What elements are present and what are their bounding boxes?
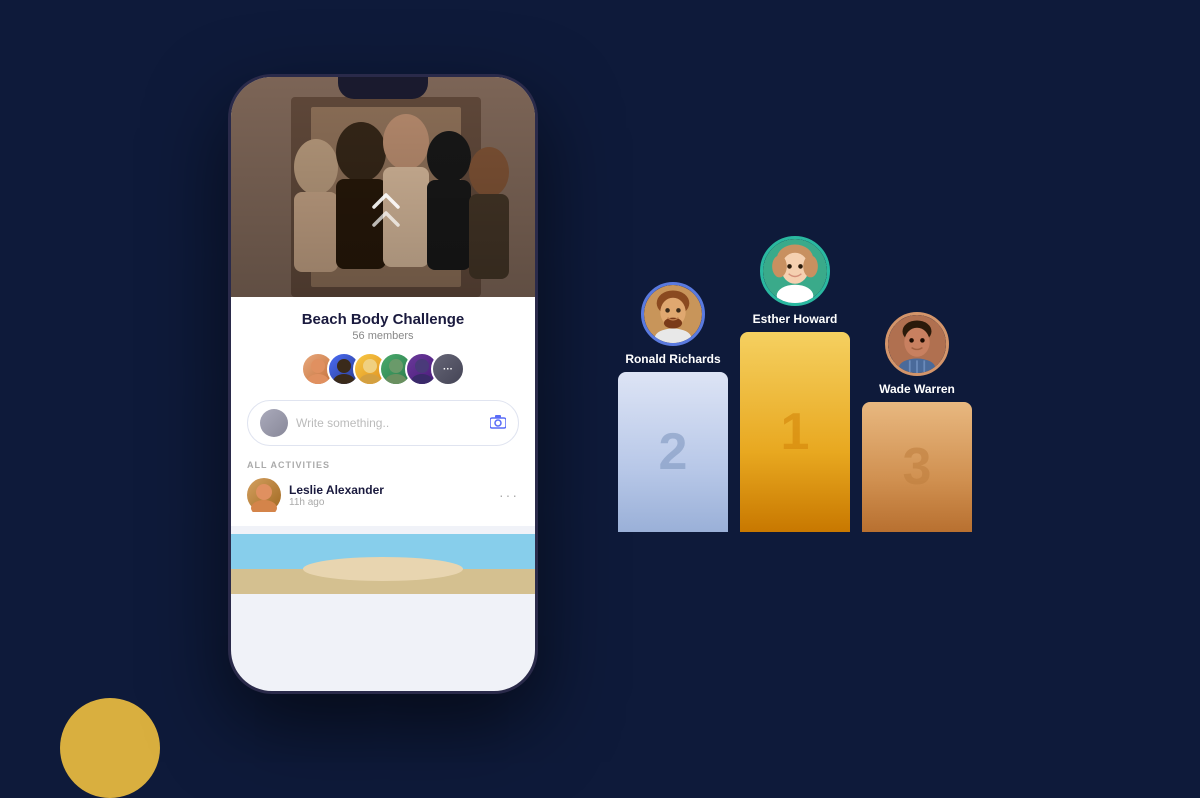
competitor-3rd: Wade Warren 3 (862, 312, 972, 532)
podium-bar-2nd: 2 (618, 372, 728, 532)
activities-label: ALL ACTIVITIES (247, 460, 519, 470)
activity-more-icon[interactable]: ··· (499, 487, 519, 503)
phone-screen: Beach Body Challenge 56 members (231, 77, 535, 691)
main-container: Beach Body Challenge 56 members (228, 74, 972, 694)
phone-bottom-image (231, 534, 535, 594)
rank-1st: 1 (781, 402, 810, 462)
phone-content: Beach Body Challenge 56 members (231, 297, 535, 526)
competitor-1st: Esther Howard 1 (740, 236, 850, 532)
hero-svg (231, 77, 535, 297)
avatar-esther (760, 236, 830, 306)
rank-3rd: 3 (903, 437, 932, 497)
write-bar[interactable]: Write something.. (247, 400, 519, 446)
hero-image (231, 77, 535, 297)
decoration-circle (60, 698, 160, 798)
camera-icon[interactable] (490, 415, 506, 432)
competitor-2nd-name: Ronald Richards (625, 352, 720, 366)
competitor-1st-name: Esther Howard (753, 312, 838, 326)
activity-time: 11h ago (289, 497, 491, 508)
leaderboard: Ronald Richards 2 (618, 236, 972, 532)
member-avatars: ··· (247, 352, 519, 386)
podium-bar-3rd: 3 (862, 402, 972, 532)
activity-avatar (247, 478, 281, 512)
avatar-wrap-esther (760, 236, 830, 306)
avatar-wade (885, 312, 949, 376)
competitor-3rd-name: Wade Warren (879, 382, 955, 396)
write-placeholder: Write something.. (296, 416, 482, 430)
avatar-wrap-ronald (641, 282, 705, 346)
activity-user-name: Leslie Alexander (289, 483, 491, 497)
phone-frame: Beach Body Challenge 56 members (228, 74, 538, 694)
phone-notch (338, 77, 428, 99)
member-avatar-more: ··· (431, 352, 465, 386)
avatar-wrap-wade (885, 312, 949, 376)
avatar-ronald (641, 282, 705, 346)
members-count: 56 members (247, 330, 519, 342)
podium-area: Ronald Richards 2 (618, 236, 972, 532)
challenge-title: Beach Body Challenge (247, 311, 519, 328)
competitor-2nd: Ronald Richards 2 (618, 282, 728, 532)
podium-bar-1st: 1 (740, 332, 850, 532)
user-avatar-small (260, 409, 288, 437)
phone-mockup: Beach Body Challenge 56 members (228, 74, 538, 694)
activity-info: Leslie Alexander 11h ago (289, 483, 491, 508)
rank-2nd: 2 (659, 422, 688, 482)
activity-item: Leslie Alexander 11h ago ··· (247, 478, 519, 512)
